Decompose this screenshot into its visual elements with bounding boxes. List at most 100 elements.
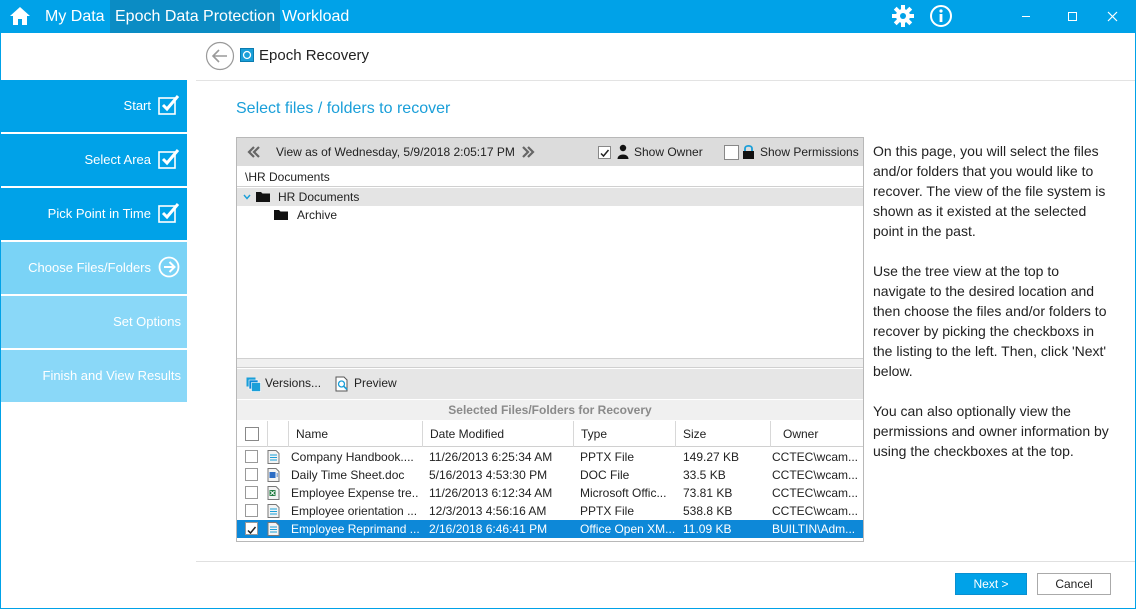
step-select-area[interactable]: Select Area (1, 134, 187, 186)
preview-button[interactable]: Preview (354, 376, 397, 390)
step-label: Finish and View Results (42, 368, 182, 383)
user-icon (617, 144, 629, 159)
table-row[interactable]: Company Handbook.... 11/26/2013 6:25:34 A… (237, 448, 863, 466)
section-title: Select files / folders to recover (236, 100, 451, 117)
folder-icon (274, 210, 288, 220)
page-header: Epoch Recovery (196, 33, 1135, 81)
cell-name: Employee Expense tre... (291, 486, 419, 500)
cell-owner: CCTEC\wcam... (772, 504, 859, 518)
cell-owner: BUILTIN\Adm... (772, 522, 856, 536)
recovery-icon (240, 48, 254, 62)
versions-button[interactable]: Versions... (265, 376, 321, 390)
back-arrow-icon[interactable] (205, 41, 235, 71)
splitter[interactable] (237, 358, 863, 368)
column-header-date-modified[interactable]: Date Modified (422, 421, 573, 447)
column-header-owner[interactable]: Owner (770, 421, 863, 447)
step-pick-point-in-time[interactable]: Pick Point in Time (1, 188, 187, 240)
excel-icon (267, 486, 280, 500)
step-set-options[interactable]: Set Options (1, 296, 187, 348)
tab-my-data[interactable]: My Data (40, 0, 110, 33)
help-paragraph: Use the tree view at the top to navigate… (873, 263, 1107, 379)
file-browser-panel: View as of Wednesday, 5/9/2018 2:05:17 P… (236, 137, 864, 542)
column-header-type[interactable]: Type (573, 421, 675, 447)
step-label: Start (123, 98, 151, 113)
list-toolbar: Versions... Preview (237, 369, 863, 399)
column-header-icon[interactable] (267, 421, 288, 447)
show-permissions-label: Show Permissions (760, 145, 859, 159)
cell-date-modified: 11/26/2013 6:25:34 AM (429, 450, 553, 464)
doc-icon (267, 468, 280, 482)
cell-type: Microsoft Offic... (580, 486, 667, 500)
cell-name: Employee orientation ... (291, 504, 418, 518)
info-icon[interactable] (929, 4, 953, 28)
checkmark-icon (600, 149, 610, 158)
minimize-icon[interactable] (1003, 0, 1049, 33)
cell-size: 33.5 KB (683, 468, 726, 482)
gear-icon[interactable] (891, 4, 915, 28)
cell-date-modified: 5/16/2013 4:53:30 PM (429, 468, 548, 482)
table-row[interactable]: Employee Expense tre... 11/26/2013 6:12:3… (237, 484, 863, 502)
tree-item-label: Archive (297, 208, 338, 222)
step-label: Choose Files/Folders (28, 260, 151, 275)
table-row[interactable]: Daily Time Sheet.doc 5/16/2013 4:53:30 PM… (237, 466, 863, 484)
column-header-name[interactable]: Name (288, 421, 422, 447)
show-owner-checkbox[interactable] (598, 146, 611, 159)
cell-owner: CCTEC\wcam... (772, 450, 859, 464)
row-checkbox[interactable] (245, 522, 258, 535)
lock-icon (743, 144, 754, 159)
close-icon[interactable] (1090, 0, 1136, 33)
home-icon[interactable] (9, 6, 31, 26)
step-label: Select Area (84, 152, 152, 167)
column-header-size[interactable]: Size (675, 421, 770, 447)
row-checkbox[interactable] (245, 504, 258, 517)
next-button[interactable]: Next > (955, 573, 1027, 595)
step-finish-and-view-results[interactable]: Finish and View Results (1, 350, 187, 402)
show-owner-label: Show Owner (634, 145, 703, 159)
tree-item-archive[interactable]: Archive (237, 206, 863, 224)
cell-type: PPTX File (580, 504, 635, 518)
row-checkbox[interactable] (245, 486, 258, 499)
row-checkbox[interactable] (245, 468, 258, 481)
tree-item-hr-documents[interactable]: HR Documents (237, 188, 863, 206)
chevron-down-icon[interactable] (243, 194, 251, 200)
folder-icon (256, 192, 270, 202)
show-permissions-checkbox[interactable] (724, 145, 739, 160)
cell-owner: CCTEC\wcam... (772, 468, 859, 482)
footer-bar: Next > Cancel (196, 561, 1135, 608)
cell-size: 11.09 KB (683, 522, 732, 536)
tab-epoch-data-protection[interactable]: Epoch Data Protection (110, 0, 281, 33)
help-paragraph: On this page, you will select the files … (873, 143, 1106, 239)
select-all-checkbox[interactable] (245, 427, 259, 441)
help-paragraph: You can also optionally view the permiss… (873, 403, 1109, 459)
preview-icon (335, 376, 348, 392)
cell-size: 149.27 KB (683, 450, 740, 464)
cell-size: 538.8 KB (683, 504, 733, 518)
double-chevron-left-icon[interactable] (246, 144, 262, 160)
checkmark-icon (247, 526, 257, 535)
cell-owner: CCTEC\wcam... (772, 486, 859, 500)
cancel-button[interactable]: Cancel (1037, 573, 1111, 595)
page-title: Epoch Recovery (259, 47, 370, 64)
table-row[interactable]: Employee orientation ... 12/3/2013 4:56:1… (237, 502, 863, 520)
tab-workload[interactable]: Workload (277, 0, 354, 33)
step-choose-files-folders[interactable]: Choose Files/Folders (1, 242, 187, 294)
maximize-icon[interactable] (1049, 0, 1095, 33)
cell-size: 73.81 KB (683, 486, 733, 500)
current-path: \HR Documents (237, 167, 863, 187)
cell-name: Company Handbook.... (291, 450, 414, 464)
cell-name: Daily Time Sheet.doc (291, 468, 405, 482)
help-text: On this page, you will select the files … (873, 141, 1113, 481)
cell-type: DOC File (580, 468, 630, 482)
row-checkbox[interactable] (245, 450, 258, 463)
cell-type: PPTX File (580, 450, 635, 464)
step-label: Set Options (113, 314, 181, 329)
selected-files-title: Selected Files/Folders for Recovery (237, 400, 863, 420)
checkmark-icon (158, 95, 180, 115)
table-row[interactable]: Employee Reprimand ... 2/16/2018 6:46:41 … (237, 520, 863, 538)
view-toolbar: View as of Wednesday, 5/9/2018 2:05:17 P… (237, 138, 863, 166)
step-start[interactable]: Start (1, 80, 187, 132)
document-icon (267, 450, 280, 464)
double-chevron-right-icon[interactable] (520, 144, 536, 160)
cell-date-modified: 12/3/2013 4:56:16 AM (429, 504, 547, 518)
wizard-steps: Start Select Area Pick Point in Time Cho… (1, 80, 187, 404)
